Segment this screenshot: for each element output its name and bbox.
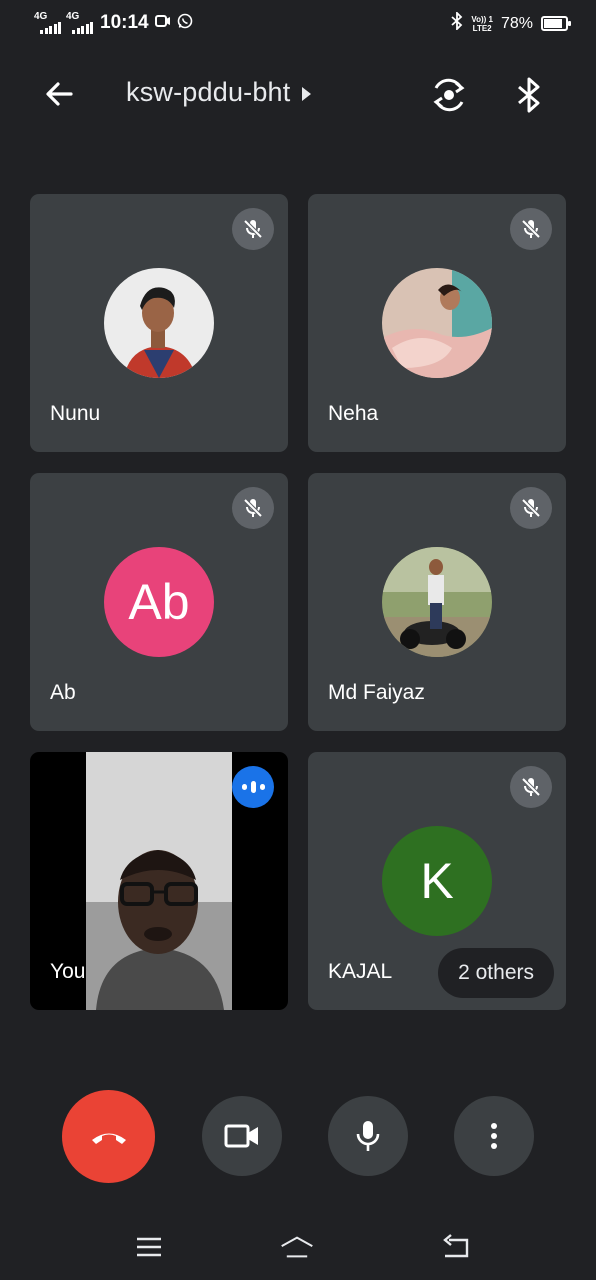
participant-name: Ab [50,681,76,704]
nav-back-icon [443,1234,469,1258]
whatsapp-icon [177,13,193,34]
microphone-button[interactable] [328,1096,408,1176]
speaking-indicator-icon [232,766,274,808]
participant-name: You [50,960,86,983]
volte-line2: LTE2 [472,23,492,33]
more-options-button[interactable] [454,1096,534,1176]
flip-camera-icon [433,78,465,112]
mute-badge [232,208,274,250]
participant-tile-kajal[interactable]: K KAJAL 2 others [308,752,566,1010]
status-bar: 4G 4G 10:14 Vo)) 1 LTE2 78% [0,0,596,46]
participant-tile-md-faiyaz[interactable]: Md Faiyaz [308,473,566,731]
participant-tile-self[interactable]: You [30,752,288,1010]
menu-icon [137,1237,161,1257]
participant-name: KAJAL [328,960,393,983]
network-label-2: 4G [66,11,80,22]
caret-right-icon [302,86,312,101]
phone-hangup-icon [91,1133,126,1144]
avatar-initials: K [382,826,492,936]
status-time: 10:14 [100,12,149,33]
network-signal-1: 4G [34,11,61,34]
avatar-initials: Ab [104,547,214,657]
mute-badge [510,766,552,808]
self-video-feed [86,752,232,1010]
bluetooth-icon [518,77,540,113]
battery-icon [541,16,571,31]
mic-off-icon [521,777,541,797]
participant-name: Nunu [50,402,101,425]
mic-off-icon [521,219,541,239]
flip-camera-button[interactable] [428,74,470,116]
bluetooth-status-icon [451,10,463,35]
volte-indicator: Vo)) 1 LTE2 [471,15,493,33]
volte-line1: Vo)) 1 [471,14,493,24]
avatar [104,268,214,378]
battery-percent: 78% [500,14,533,32]
nav-menu-button[interactable] [132,1232,166,1262]
arrow-left-icon [46,82,73,106]
status-right: Vo)) 1 LTE2 78% [451,10,571,35]
participant-tile-neha[interactable]: Neha [308,194,566,452]
mic-off-icon [243,219,263,239]
participant-tile-nunu[interactable]: Nunu [30,194,288,452]
mute-badge [510,487,552,529]
status-left: 4G 4G 10:14 [34,12,193,34]
end-call-button[interactable] [62,1090,155,1183]
mute-badge [510,208,552,250]
call-header: ksw-pddu-bht [0,60,596,126]
nav-back-button[interactable] [438,1232,472,1262]
more-vert-icon [491,1123,497,1149]
mute-badge [232,487,274,529]
participant-name: Neha [328,402,379,425]
participant-tile-ab[interactable]: Ab Ab [30,473,288,731]
mic-icon [356,1121,380,1151]
avatar [382,268,492,378]
others-chip[interactable]: 2 others [438,948,554,998]
bluetooth-button[interactable] [512,74,546,116]
avatar [382,547,492,657]
camera-button[interactable] [202,1096,282,1176]
meeting-code[interactable]: ksw-pddu-bht [126,77,312,108]
mic-off-icon [243,498,263,518]
back-button[interactable] [40,75,78,113]
system-nav-bar [0,1210,596,1280]
network-label-1: 4G [34,11,48,22]
mic-off-icon [521,498,541,518]
meeting-code-text: ksw-pddu-bht [126,77,291,107]
home-icon [281,1236,313,1258]
videocam-icon [224,1124,258,1148]
nav-home-button[interactable] [280,1232,314,1262]
screen-record-icon [154,14,171,33]
network-signal-2: 4G [66,11,93,34]
participant-name: Md Faiyaz [328,681,425,704]
